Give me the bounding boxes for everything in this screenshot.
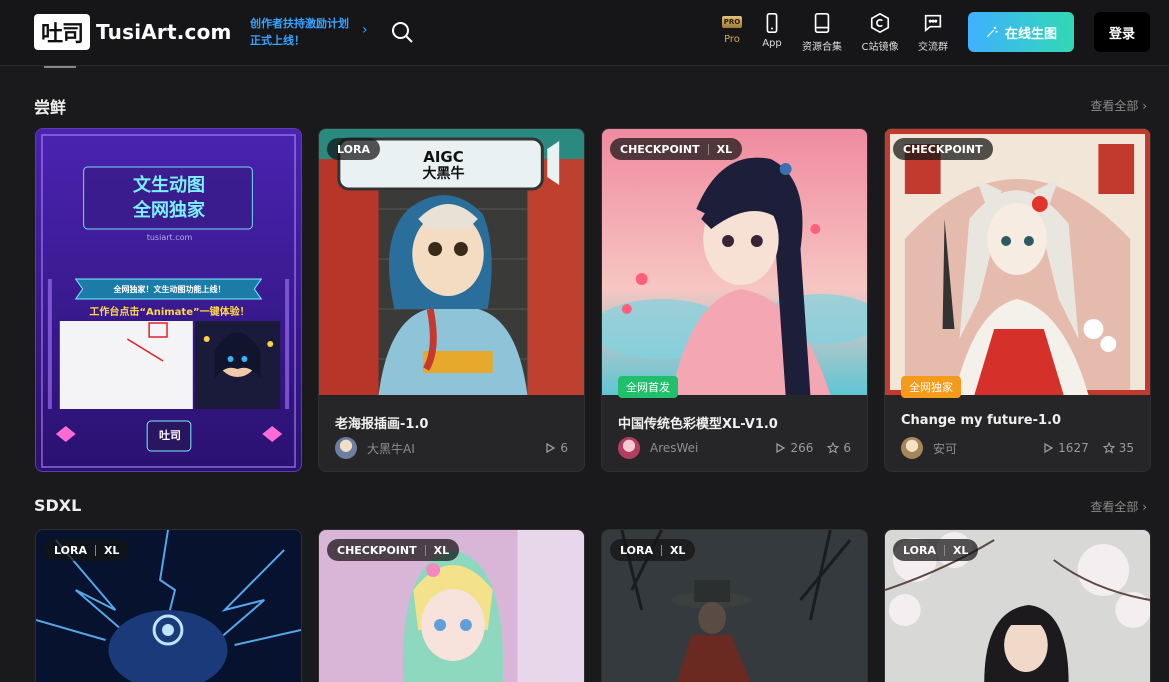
model-meta: 安可 1627 35	[901, 437, 1134, 459]
model-tags: LORA XL	[893, 539, 979, 561]
banner-instruction: 工作台点击“Animate”一键体验！	[89, 307, 250, 318]
banner-ribbon: 全网独家！文生动图功能上线！	[113, 285, 226, 294]
run-count: 1627	[1042, 441, 1089, 455]
model-tags: LORA XL	[610, 539, 696, 561]
star-icon	[827, 442, 840, 454]
section-title-sdxl: SDXL	[34, 496, 82, 515]
model-card[interactable]: CHECKPOINT XL	[318, 529, 585, 682]
see-all-link-sdxl[interactable]: 查看全部 ›	[1090, 498, 1147, 515]
magic-wand-icon	[986, 26, 998, 38]
model-title[interactable]: 中国传统色彩模型XL-V1.0	[618, 413, 778, 432]
play-icon	[1044, 442, 1054, 454]
phone-icon	[766, 13, 778, 33]
play-icon	[776, 442, 786, 454]
model-title[interactable]: 老海报插画-1.0	[335, 413, 428, 432]
banner-title-line1: 文生动图	[133, 175, 205, 196]
nav-mirror[interactable]: C站镜像	[853, 12, 907, 53]
promo-line1: 创作者扶持激励计划	[250, 17, 349, 30]
star-count: 6	[827, 441, 851, 455]
model-tags: LORA XL	[44, 539, 130, 561]
tag-base: XL	[433, 543, 450, 557]
promo-line2: 正式上线！	[250, 34, 305, 47]
book-icon	[814, 13, 830, 33]
avatar[interactable]	[335, 437, 357, 459]
nav-mirror-label: C站镜像	[861, 42, 899, 53]
tag-type: LORA	[54, 543, 87, 557]
section-title-fresh: 尝鲜	[34, 98, 67, 117]
model-card[interactable]: LORA XL	[884, 529, 1151, 682]
banner-site: tusiart.com	[146, 233, 193, 242]
nav-community[interactable]: 交流群	[906, 12, 960, 53]
nav-community-label: 交流群	[918, 42, 948, 53]
star-count-value: 35	[1118, 441, 1134, 455]
model-card[interactable]: CHECKPOINT XL 全网首发 中国传统色彩模型XL-V1.0 AresW…	[601, 128, 868, 472]
run-count: 6	[544, 441, 568, 455]
run-count: 266	[774, 441, 813, 455]
run-count-value: 266	[790, 441, 814, 455]
star-count: 35	[1102, 441, 1134, 455]
image-text-author: 大黑牛	[422, 166, 465, 182]
nav-resources-label: 资源合集	[802, 42, 842, 53]
nav-app-label: App	[762, 38, 782, 49]
tag-type: CHECKPOINT	[620, 142, 700, 156]
avatar[interactable]	[901, 437, 923, 459]
tag-type: LORA	[337, 142, 370, 156]
model-card[interactable]: LORA XL	[601, 529, 868, 682]
promo-link[interactable]: 创作者扶持激励计划 正式上线！	[250, 15, 380, 49]
tag-type: LORA	[903, 543, 936, 557]
login-button[interactable]: 登录	[1094, 12, 1150, 52]
site-logo[interactable]: 吐司 TusiArt.com	[34, 12, 232, 52]
star-count-value: 6	[843, 441, 851, 455]
run-count-value: 6	[560, 441, 568, 455]
banner-logo: 吐司	[159, 429, 181, 442]
pro-icon: PRO	[722, 16, 742, 28]
see-all-link-fresh[interactable]: 查看全部 ›	[1090, 97, 1147, 114]
banner-title-line2: 全网独家	[133, 200, 205, 221]
status-badge: 全网独家	[901, 376, 961, 398]
model-preview-image	[885, 129, 1150, 395]
tag-base: XL	[669, 543, 686, 557]
model-tags: CHECKPOINT XL	[327, 539, 460, 561]
author-name[interactable]: 安可	[933, 440, 1028, 457]
model-tags: CHECKPOINT XL	[610, 138, 743, 160]
model-card[interactable]: AIGC 大黑牛 LORA 老海报插画-1.0 大黑牛AI 6	[318, 128, 585, 472]
play-icon	[546, 442, 556, 454]
model-tags: LORA	[327, 138, 380, 160]
model-tags: CHECKPOINT	[893, 138, 993, 160]
nav-app[interactable]: App	[745, 12, 799, 49]
author-name[interactable]: 大黑牛AI	[367, 440, 530, 457]
logo-mark: 吐司	[34, 14, 90, 50]
run-count-value: 1627	[1058, 441, 1089, 455]
tag-base: XL	[716, 142, 733, 156]
model-card[interactable]: LORA XL	[35, 529, 302, 682]
tag-base: XL	[103, 543, 120, 557]
banner-card-animate[interactable]: 文生动图 全网独家 tusiart.com 全网独家！文生动图功能上线！ 工作台…	[35, 128, 302, 472]
nav-pro-label: Pro	[724, 34, 740, 45]
star-icon	[1102, 442, 1115, 454]
author-name[interactable]: AresWei	[650, 441, 760, 455]
logo-text: TusiArt.com	[96, 20, 232, 44]
create-image-label: 在线生图	[1004, 26, 1057, 42]
top-header: 吐司 TusiArt.com 创作者扶持激励计划 正式上线！ › PRO Pro…	[0, 0, 1169, 66]
status-badge: 全网首发	[618, 376, 678, 398]
model-card[interactable]: CHECKPOINT 全网独家 Change my future-1.0 安可 …	[884, 128, 1151, 472]
chat-icon	[924, 14, 942, 33]
model-preview-image	[602, 129, 867, 395]
model-meta: 大黑牛AI 6	[335, 437, 568, 459]
tag-base: XL	[952, 543, 969, 557]
tab-indicator	[44, 66, 76, 68]
tag-type: CHECKPOINT	[337, 543, 417, 557]
search-icon[interactable]	[390, 20, 414, 44]
model-title[interactable]: Change my future-1.0	[901, 413, 1061, 428]
hexagon-icon	[870, 12, 890, 34]
avatar[interactable]	[618, 437, 640, 459]
tag-type: LORA	[620, 543, 653, 557]
tag-type: CHECKPOINT	[903, 142, 983, 156]
create-image-button[interactable]: 在线生图	[968, 12, 1074, 52]
nav-resources[interactable]: 资源合集	[795, 12, 849, 53]
model-meta: AresWei 266 6	[618, 437, 851, 459]
chevron-right-icon: ›	[362, 22, 368, 38]
